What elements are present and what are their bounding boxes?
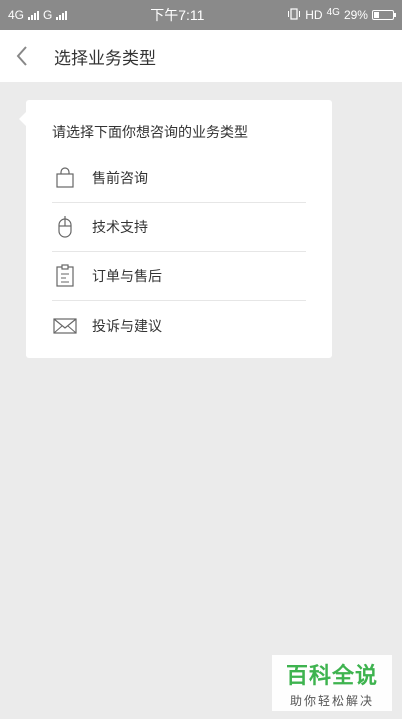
network-4g-right-label: 4G (326, 6, 340, 18)
watermark-brand: 百科全说 (285, 664, 378, 689)
business-type-menu: 售前咨询 技术支持 订单与售后 投诉与建议 (52, 154, 306, 350)
shopping-bag-icon (52, 165, 78, 191)
envelope-icon (52, 313, 78, 339)
status-right: HD 4G 29% (287, 6, 396, 23)
menu-item-label: 售前咨询 (92, 171, 148, 187)
signal-strength-icon (28, 10, 40, 20)
page-title: 选择业务类型 (54, 48, 156, 69)
signal-strength-icon (56, 10, 68, 20)
vibrate-icon (287, 7, 301, 23)
network-g-label: G (43, 8, 53, 22)
menu-item-label: 订单与售后 (92, 269, 162, 285)
menu-item-order-aftersales[interactable]: 订单与售后 (52, 252, 306, 301)
mouse-icon (52, 214, 78, 240)
card-prompt: 请选择下面你想咨询的业务类型 (52, 125, 248, 141)
clipboard-icon (52, 263, 78, 289)
status-time: 下午7:11 (150, 7, 205, 23)
battery-level (373, 12, 379, 18)
hd-label: HD (305, 8, 323, 22)
watermark-slogan: 助你轻松解决 (289, 694, 374, 708)
chevron-left-icon (16, 46, 27, 66)
menu-item-complaints[interactable]: 投诉与建议 (52, 301, 306, 350)
menu-item-presales[interactable]: 售前咨询 (52, 154, 306, 203)
back-button[interactable] (0, 30, 44, 82)
menu-item-tech-support[interactable]: 技术支持 (52, 203, 306, 252)
status-left: 4G G (8, 8, 68, 22)
network-4g-label: 4G (8, 8, 25, 22)
watermark: 百科全说 助你轻松解决 (272, 655, 392, 711)
battery-percent: 29% (343, 8, 368, 22)
menu-item-label: 技术支持 (92, 220, 148, 236)
battery-icon (371, 10, 396, 20)
status-bar: 4G G 下午7:11 HD 4G 29% (0, 0, 402, 30)
app-bar: 选择业务类型 (0, 30, 402, 82)
business-type-card: 请选择下面你想咨询的业务类型 售前咨询 技术支持 订单与售后 投诉与建议 (19, 100, 332, 358)
menu-item-label: 投诉与建议 (92, 318, 162, 335)
